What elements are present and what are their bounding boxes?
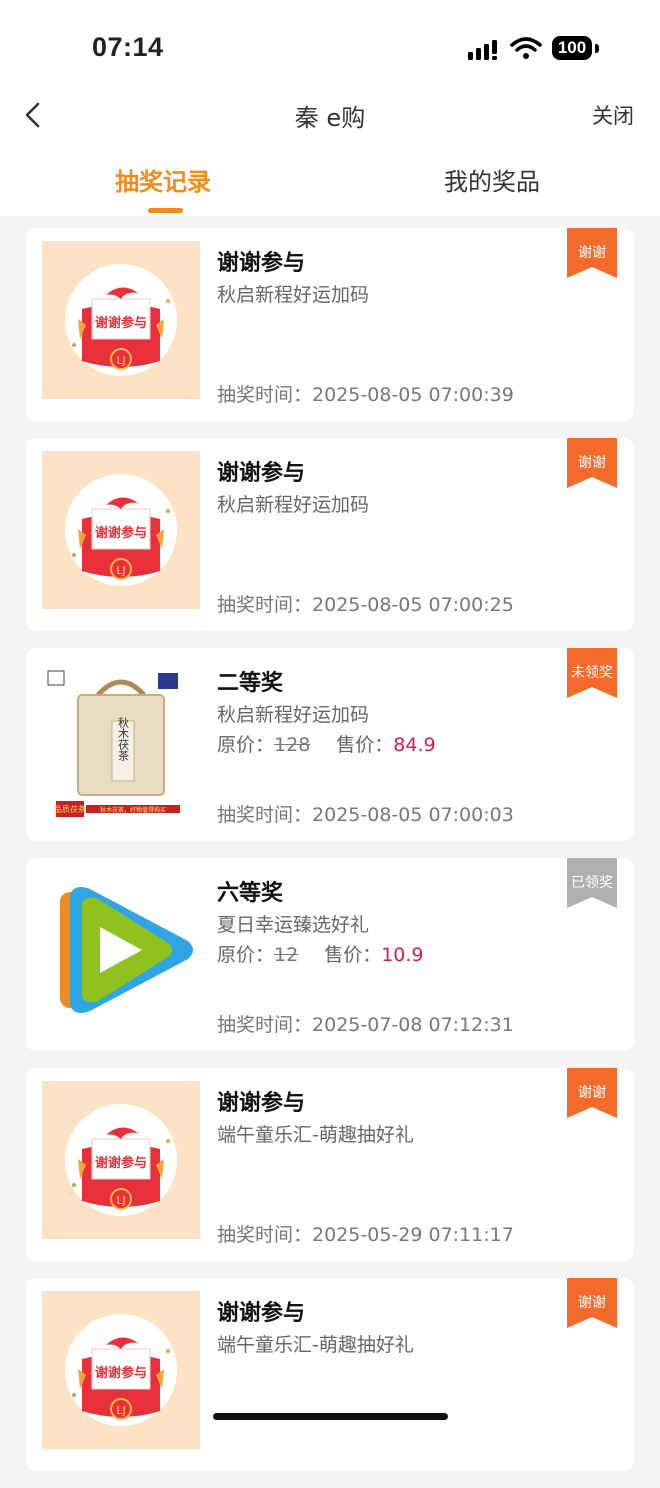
record-card[interactable]: 谢谢参与 秋启新程好运加码 抽奖时间：2025-08-05 07:00:25 谢…	[26, 438, 634, 631]
time-value: 2025-05-29 07:11:17	[312, 1224, 514, 1246]
original-price: 12	[274, 944, 299, 966]
record-time: 抽奖时间：2025-08-05 07:00:25	[217, 590, 514, 617]
record-card[interactable]: 谢谢参与 端午童乐汇-萌趣抽好礼 抽奖时间：2025-05-29 07:11:1…	[26, 1068, 634, 1261]
record-title: 谢谢参与	[217, 1301, 306, 1326]
record-card[interactable]: 秋木茯茶 品质茯茶 秋木茯茶，好物值得购买 二等奖 秋启新程好运加码 原价：12…	[26, 648, 634, 841]
record-time: 抽奖时间：2025-08-05 07:00:03	[217, 800, 514, 827]
record-title: 二等奖	[217, 671, 284, 696]
time-value: 2025-07-08 07:12:31	[312, 1014, 514, 1036]
wifi-icon	[510, 37, 542, 59]
record-list: 谢谢参与 秋启新程好运加码 抽奖时间：2025-08-05 07:00:39 谢…	[26, 228, 634, 1488]
play-logo-image	[42, 871, 200, 1029]
battery-icon: 100	[552, 36, 592, 60]
thanks-image	[42, 1081, 200, 1239]
tab-my-prizes[interactable]: 我的奖品	[444, 162, 540, 197]
sale-price-label: 售价：	[324, 944, 382, 966]
record-card[interactable]: 六等奖 夏日幸运臻选好礼 原价：12 售价：10.9 抽奖时间：2025-07-0…	[26, 858, 634, 1051]
record-activity: 秋启新程好运加码	[217, 704, 370, 726]
thanks-image	[42, 1291, 200, 1449]
status-badge: 谢谢	[567, 228, 617, 278]
thanks-image	[42, 241, 200, 399]
sale-price-label: 售价：	[336, 734, 394, 756]
tab-lottery-records[interactable]: 抽奖记录	[115, 162, 211, 197]
record-title: 谢谢参与	[217, 461, 306, 486]
time-label: 抽奖时间：	[217, 594, 313, 616]
record-title: 谢谢参与	[217, 1091, 306, 1116]
tea-slogan-text: 秋木茯茶，好物值得购买	[100, 806, 166, 814]
original-price-label: 原价：	[217, 734, 275, 756]
battery-nub	[595, 44, 599, 53]
status-bar: 07:14 100	[0, 0, 660, 90]
time-label: 抽奖时间：	[217, 804, 313, 826]
record-activity: 秋启新程好运加码	[217, 494, 370, 516]
home-indicator[interactable]	[213, 1413, 448, 1420]
original-price-label: 原价：	[217, 944, 275, 966]
record-activity: 端午童乐汇-萌趣抽好礼	[217, 1124, 414, 1146]
sale-price: 10.9	[381, 944, 424, 966]
record-time: 抽奖时间：2025-07-08 07:12:31	[217, 1010, 514, 1037]
status-badge: 谢谢	[567, 438, 617, 488]
record-activity: 秋启新程好运加码	[217, 284, 370, 306]
sale-price: 84.9	[393, 734, 436, 756]
record-activity: 夏日幸运臻选好礼	[217, 914, 370, 936]
tea-product-image: 秋木茯茶 品质茯茶 秋木茯茶，好物值得购买	[42, 661, 200, 819]
record-card[interactable]: 谢谢参与 端午童乐汇-萌趣抽好礼 谢谢	[26, 1278, 634, 1471]
status-badge: 已领奖	[567, 858, 617, 908]
original-price: 128	[274, 734, 311, 756]
tab-bar: 抽奖记录 我的奖品	[0, 140, 660, 216]
tea-banner-text: 品质茯茶	[54, 804, 86, 814]
status-time: 07:14	[92, 32, 164, 62]
time-value: 2025-08-05 07:00:39	[312, 384, 514, 406]
record-card[interactable]: 谢谢参与 秋启新程好运加码 抽奖时间：2025-08-05 07:00:39 谢…	[26, 228, 634, 421]
record-title: 六等奖	[217, 881, 284, 906]
record-price: 原价：128 售价：84.9	[217, 730, 436, 757]
time-label: 抽奖时间：	[217, 384, 313, 406]
page-title: 秦 e购	[294, 104, 366, 132]
record-price: 原价：12 售价：10.9	[217, 940, 424, 967]
cellular-signal-icon	[468, 40, 497, 60]
time-value: 2025-08-05 07:00:25	[312, 594, 514, 616]
active-tab-indicator	[148, 208, 183, 213]
record-activity: 端午童乐汇-萌趣抽好礼	[217, 1334, 414, 1356]
time-label: 抽奖时间：	[217, 1014, 313, 1036]
time-label: 抽奖时间：	[217, 1224, 313, 1246]
status-badge: 谢谢	[567, 1278, 617, 1328]
record-title: 谢谢参与	[217, 251, 306, 276]
nav-bar: 秦 e购 关闭	[0, 90, 660, 140]
thanks-image	[42, 451, 200, 609]
close-button[interactable]: 关闭	[592, 100, 634, 130]
record-time: 抽奖时间：2025-05-29 07:11:17	[217, 1220, 514, 1247]
time-value: 2025-08-05 07:00:03	[312, 804, 514, 826]
tea-product-text: 秋木茯茶	[117, 716, 130, 761]
status-badge: 谢谢	[567, 1068, 617, 1118]
status-badge: 未领奖	[567, 648, 617, 698]
record-time: 抽奖时间：2025-08-05 07:00:39	[217, 380, 514, 407]
